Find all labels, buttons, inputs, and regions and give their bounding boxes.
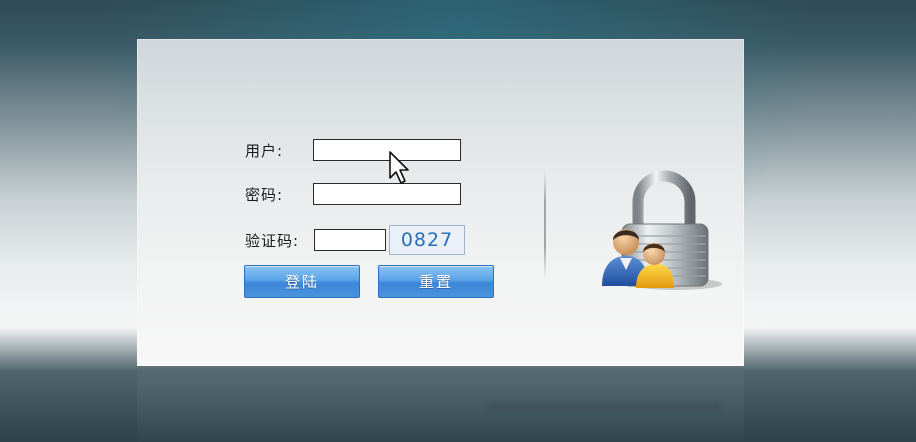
login-button[interactable]: 登陆 <box>244 265 360 298</box>
mouse-pointer-icon <box>389 151 409 184</box>
lock-users-icon <box>602 170 722 290</box>
captcha-label: 验证码: <box>245 232 300 250</box>
password-input[interactable] <box>313 183 461 205</box>
captcha-image[interactable]: 0827 <box>389 225 465 255</box>
password-label: 密码: <box>245 186 284 204</box>
reset-button[interactable]: 重置 <box>378 265 494 298</box>
reflection-line <box>488 402 720 410</box>
captcha-input[interactable] <box>314 229 386 251</box>
user-label: 用户: <box>245 142 284 160</box>
user-input[interactable] <box>313 139 461 161</box>
divider <box>544 170 546 278</box>
